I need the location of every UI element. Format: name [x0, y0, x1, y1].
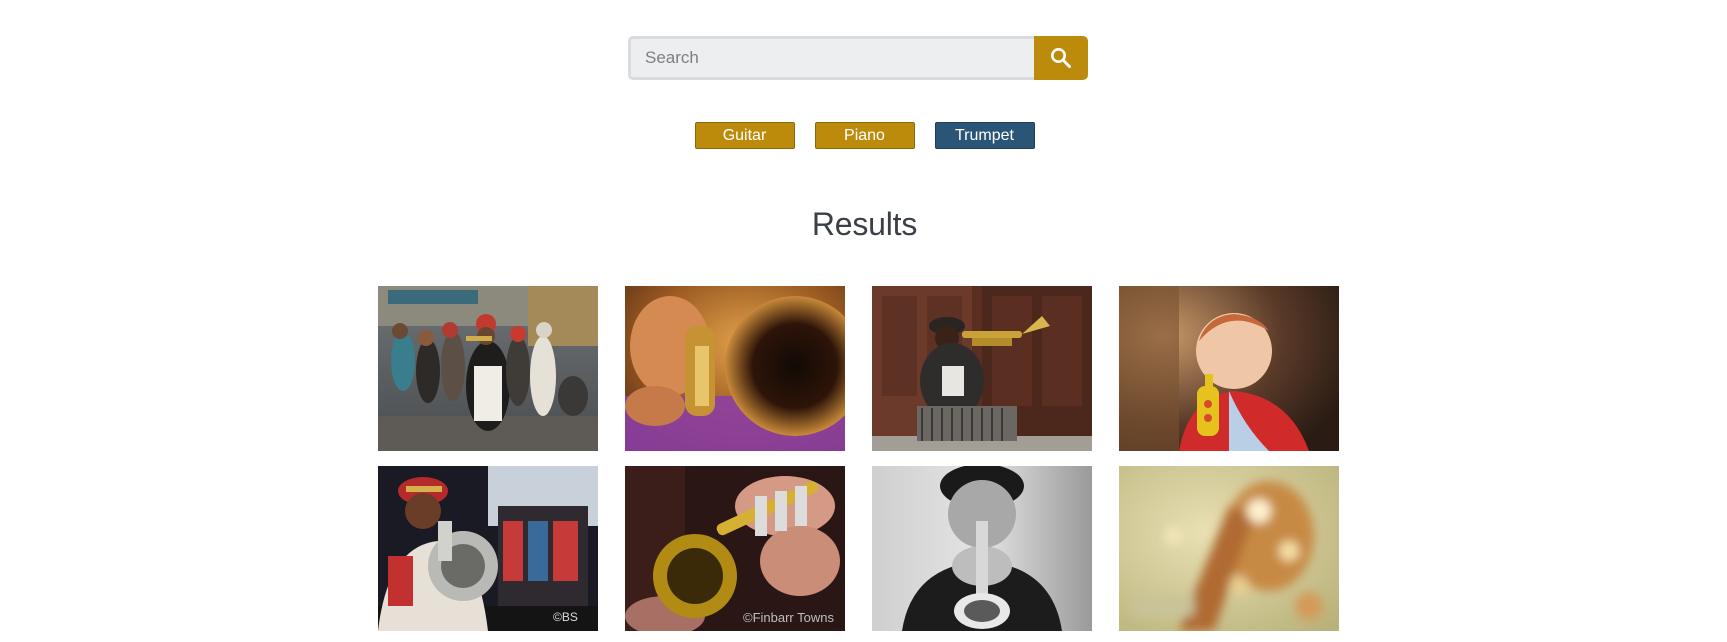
tag-label: Piano — [844, 126, 885, 144]
blurry-brass-bokeh-photo — [1119, 466, 1339, 631]
results-grid: ©BS ©Finbarr Towns — [378, 286, 1339, 631]
result-image[interactable]: ©BS — [378, 466, 598, 631]
results-heading: Results — [811, 206, 918, 242]
result-image[interactable] — [872, 286, 1092, 451]
watermark: ©BS — [553, 610, 578, 624]
result-image[interactable] — [625, 286, 845, 451]
marching-band-tuba-photo: ©BS — [378, 466, 598, 631]
category-tags: Guitar Piano Trumpet — [0, 122, 1727, 149]
tag-label: Trumpet — [955, 126, 1014, 144]
result-image[interactable] — [378, 286, 598, 451]
search-input[interactable] — [628, 36, 1034, 80]
result-image[interactable] — [872, 466, 1092, 631]
tag-guitar[interactable]: Guitar — [694, 122, 795, 149]
result-image[interactable] — [1119, 466, 1339, 631]
man-with-trumpet-doorway-photo — [872, 286, 1092, 451]
street-band-photo — [378, 286, 598, 451]
search-button[interactable] — [1034, 36, 1088, 80]
search-bar — [628, 36, 1088, 80]
tag-label: Guitar — [722, 126, 767, 144]
trumpet-closeup-purple-photo — [625, 286, 845, 451]
watermark: ©Finbarr Towns — [743, 610, 834, 625]
result-image[interactable] — [1119, 286, 1339, 451]
search-icon — [1051, 48, 1071, 68]
trumpet-hands-closeup-photo: ©Finbarr Towns — [625, 466, 845, 631]
tag-trumpet[interactable]: Trumpet — [934, 122, 1035, 149]
toddler-toy-trumpet-photo — [1119, 286, 1339, 451]
tag-piano[interactable]: Piano — [814, 122, 915, 149]
bw-boy-playing-trumpet-photo — [872, 466, 1092, 631]
result-image[interactable]: ©Finbarr Towns — [625, 466, 845, 631]
